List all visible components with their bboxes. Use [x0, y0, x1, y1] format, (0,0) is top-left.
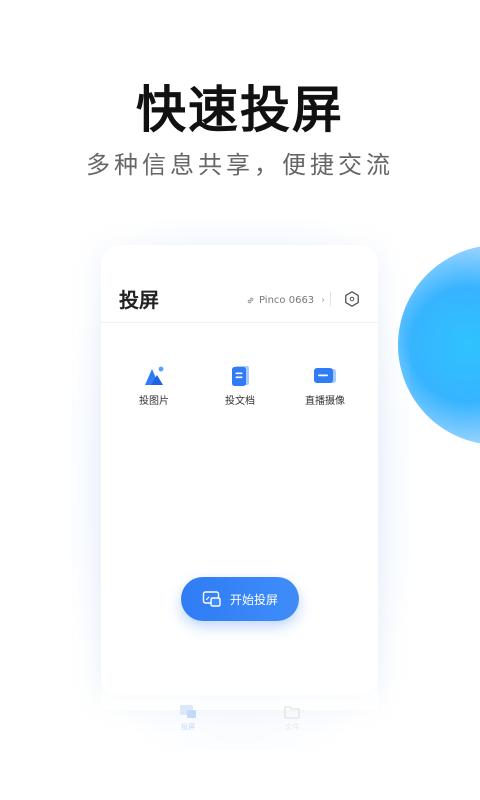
- headline: 快速投屏: [136, 81, 344, 139]
- feature-document[interactable]: 投文档: [205, 363, 275, 409]
- photo-icon: [145, 366, 164, 385]
- tab-files[interactable]: 文件: [272, 704, 312, 732]
- camera-live-icon: [314, 368, 336, 383]
- tab-cast-label: 投屏: [181, 723, 195, 731]
- tab-files-label: 文件: [285, 723, 299, 731]
- feature-camera-live-label: 直播摄像: [305, 396, 345, 407]
- hexagon-settings-icon[interactable]: [343, 290, 361, 308]
- header-divider-line: [101, 322, 378, 323]
- decorative-blue-glow: [398, 245, 480, 445]
- card-title: 投屏: [119, 288, 159, 312]
- subheadline: 多种信息共享，便捷交流: [86, 151, 394, 179]
- bottom-tab-bar: 投屏 文件: [101, 700, 378, 740]
- cast-tab-icon: [180, 705, 196, 718]
- feature-document-label: 投文档: [225, 396, 255, 407]
- link-icon: [247, 297, 254, 303]
- phone-screen-card: 投屏 Pinco 0663 › 投图片 投文档 直播摄像 开始投屏: [101, 245, 378, 695]
- folder-tab-icon: [284, 706, 300, 719]
- feature-photo-label: 投图片: [139, 396, 169, 407]
- feature-photo[interactable]: 投图片: [119, 363, 189, 409]
- feature-camera-live[interactable]: 直播摄像: [290, 363, 360, 409]
- device-name: Pinco 0663: [259, 294, 315, 306]
- document-icon: [232, 366, 249, 386]
- chevron-right-icon: ›: [321, 294, 326, 306]
- tab-cast[interactable]: 投屏: [168, 704, 208, 732]
- screen-cast-icon: [202, 591, 221, 607]
- screenshot-page: 快速投屏 多种信息共享，便捷交流 投屏 Pinco 0663 › 投图片 投文档…: [0, 0, 480, 800]
- start-casting-label: 开始投屏: [229, 592, 278, 607]
- start-casting-button[interactable]: 开始投屏: [181, 577, 299, 621]
- header-divider: [330, 292, 331, 306]
- device-selector[interactable]: Pinco 0663 ›: [246, 292, 325, 308]
